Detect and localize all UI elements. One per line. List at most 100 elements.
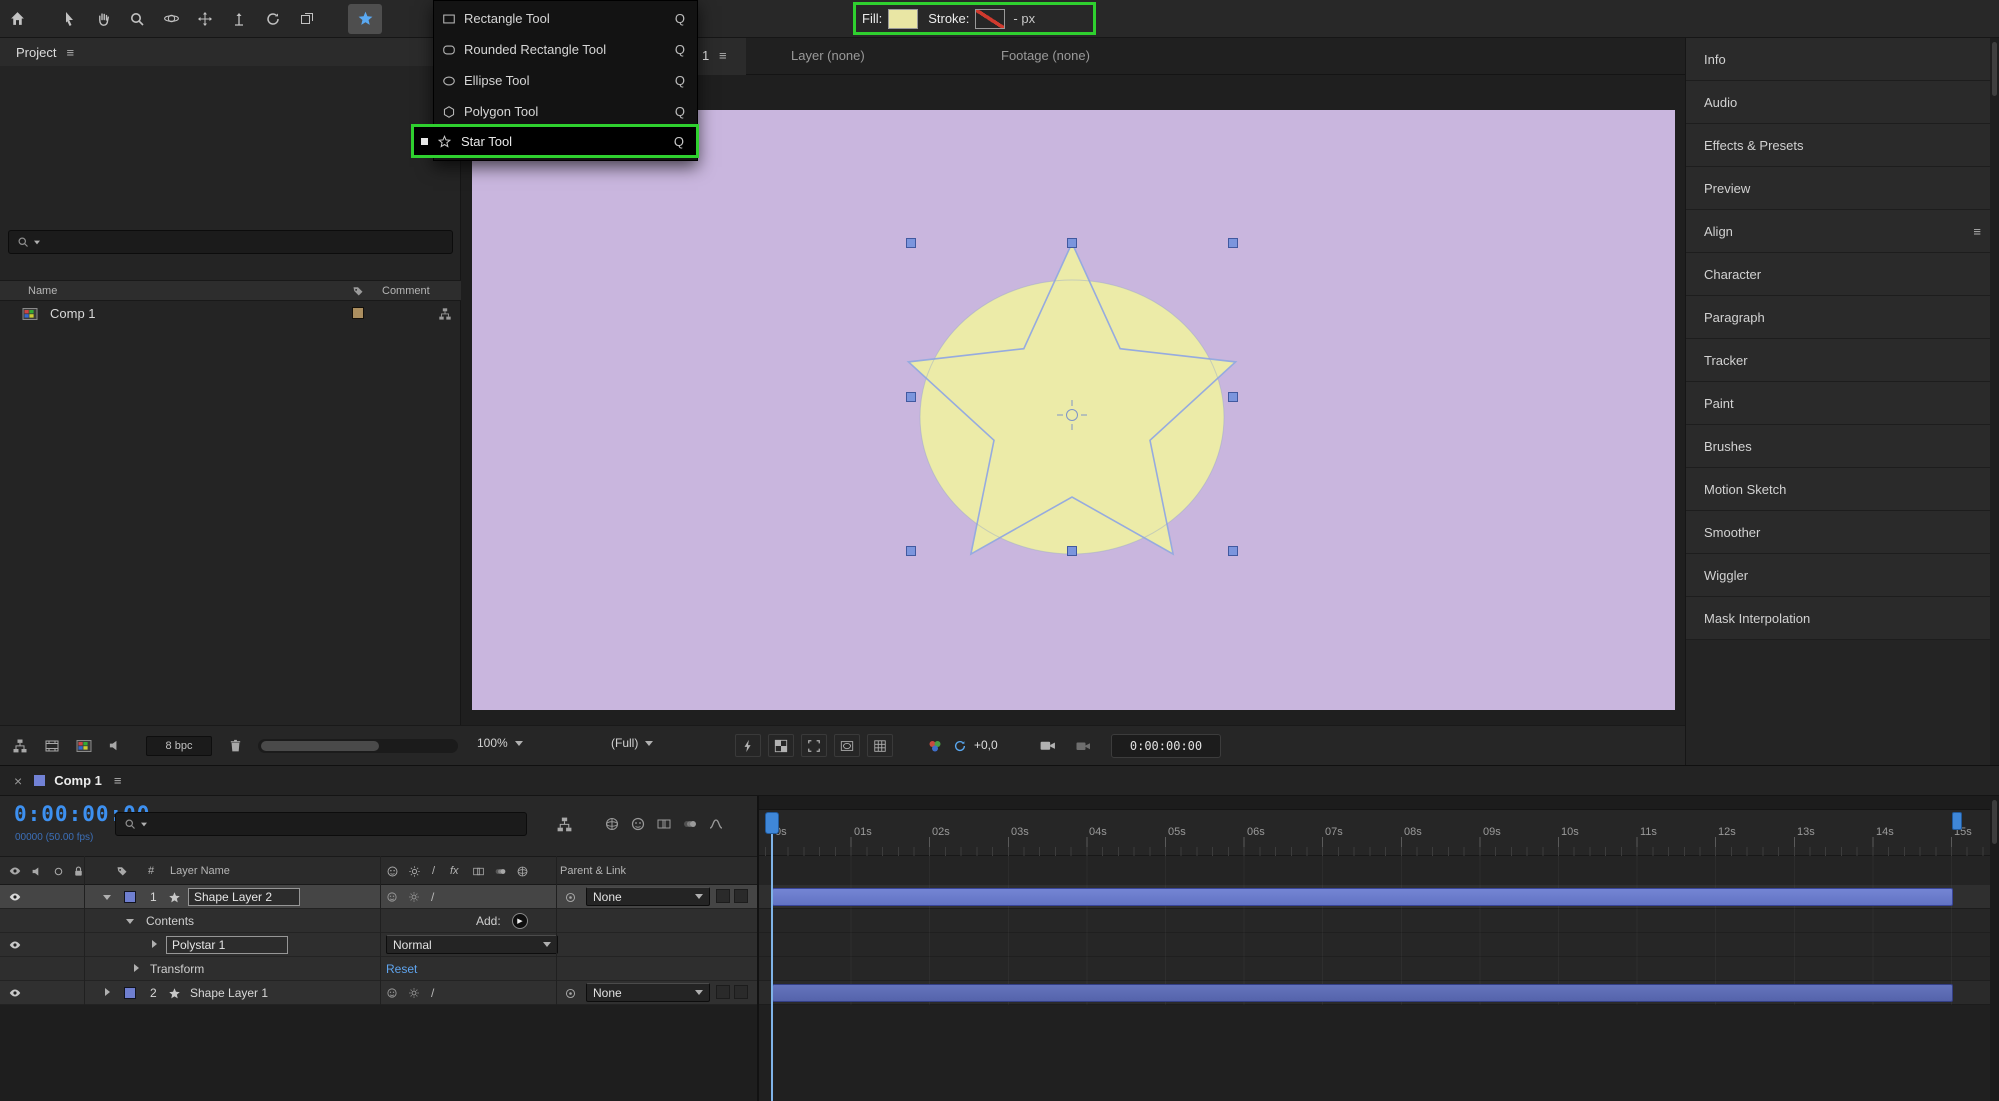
label-column-tag-icon[interactable] [352,285,364,297]
tab-layer[interactable]: Layer (none) [791,48,865,63]
panel-tab-effects-presets[interactable]: Effects & Presets [1686,124,1999,167]
item-label-swatch[interactable] [352,307,364,319]
dolly-camera-tool-icon[interactable] [222,4,256,34]
draft-3d-icon[interactable] [604,816,620,832]
timeline-scrollbar[interactable] [1990,796,1999,1101]
panel-tab-smoother[interactable]: Smoother [1686,511,1999,554]
hand-tool-icon[interactable] [86,4,120,34]
interpret-footage-icon[interactable] [12,738,28,754]
close-icon[interactable]: × [14,773,22,789]
switch-cell[interactable] [716,985,730,999]
fx-switch-icon[interactable]: fx [450,865,459,877]
tab-menu-icon[interactable]: ≡ [719,48,727,63]
tab-composition-fragment[interactable]: 1 [702,48,709,63]
column-number[interactable]: # [148,865,154,877]
shy-switch-icon[interactable] [386,891,398,903]
panel-tab-info[interactable]: Info [1686,38,1999,81]
show-snapshot-icon[interactable] [1075,738,1091,754]
layer-name-text[interactable]: Shape Layer 1 [190,986,268,1000]
audio-icon[interactable] [108,738,123,753]
motion-blur-switch-icon[interactable] [494,865,507,878]
transform-group-row[interactable]: Transform Reset [0,957,757,981]
cti-playhead-handle[interactable] [765,812,779,834]
collapse-switch-icon[interactable] [408,891,420,903]
fast-previews-icon[interactable] [735,734,761,757]
menu-item-ellipse-tool[interactable]: Ellipse Tool Q [434,65,697,96]
transparency-grid-icon[interactable] [768,734,794,757]
new-folder-film-icon[interactable] [44,738,60,754]
add-property-button[interactable]: ▶ [512,913,528,929]
panel-tab-preview[interactable]: Preview [1686,167,1999,210]
menu-item-rounded-rectangle-tool[interactable]: Rounded Rectangle Tool Q [434,34,697,65]
panel-tab-wiggler[interactable]: Wiggler [1686,554,1999,597]
color-depth-button[interactable]: 8 bpc [146,736,212,756]
shy-switch-icon[interactable] [386,865,399,878]
panel-tab-tracker[interactable]: Tracker [1686,339,1999,382]
panel-tab-audio[interactable]: Audio [1686,81,1999,124]
project-panel-header[interactable]: Project ≡ [0,38,461,66]
right-panel-scrollbar[interactable] [1990,38,1999,765]
panel-tab-align[interactable]: Align≡ [1686,210,1999,253]
panel-menu-icon[interactable]: ≡ [1973,210,1981,253]
pan-camera-tool-icon[interactable] [188,4,222,34]
frame-blend-switch-icon[interactable] [472,865,485,878]
region-of-interest-icon[interactable] [801,734,827,757]
preview-time-display[interactable]: 0:00:00:00 [1111,734,1221,758]
quality-switch-icon[interactable]: / [431,890,434,904]
zoom-tool-icon[interactable] [120,4,154,34]
group-visibility-eye-icon[interactable] [8,938,22,952]
panel-tab-brushes[interactable]: Brushes [1686,425,1999,468]
snapshot-camera-icon[interactable] [1039,737,1056,754]
panel-tab-motion-sketch[interactable]: Motion Sketch [1686,468,1999,511]
panel-tab-mask-interpolation[interactable]: Mask Interpolation [1686,597,1999,640]
panel-tab-paint[interactable]: Paint [1686,382,1999,425]
rotation-tool-icon[interactable] [256,4,290,34]
label-column-tag-icon[interactable] [116,865,128,877]
layer-bar-shape-layer-1[interactable] [772,984,1953,1002]
switch-cell[interactable] [734,985,748,999]
parent-dropdown[interactable]: None [586,983,710,1002]
graph-editor-icon[interactable] [708,816,724,832]
column-name[interactable]: Name [28,285,57,297]
mini-flowchart-icon[interactable] [556,816,573,833]
contents-label[interactable]: Contents [146,914,194,928]
audio-column-speaker-icon[interactable] [31,865,44,878]
quality-switch-icon[interactable]: / [432,865,435,877]
shy-switch-icon[interactable] [386,987,398,999]
scrollbar-thumb[interactable] [1992,800,1997,844]
stroke-width-value[interactable]: - px [1013,11,1035,26]
project-scrollbar-thumb[interactable] [261,741,379,751]
pickwhip-icon[interactable] [564,891,577,904]
layer-visibility-eye-icon[interactable] [8,890,22,904]
new-composition-icon[interactable] [76,738,92,754]
expand-caret-icon[interactable] [103,895,111,900]
column-parent-link[interactable]: Parent & Link [560,865,626,877]
contents-group-row[interactable]: Contents Add: ▶ [0,909,757,933]
panel-menu-icon[interactable]: ≡ [114,773,122,788]
star-tool-highlight[interactable]: Star Tool Q [411,124,699,158]
collapsed-caret-icon[interactable] [152,940,157,948]
quality-switch-icon[interactable]: / [431,986,434,1000]
orbit-camera-tool-icon[interactable] [154,4,188,34]
reset-exposure-icon[interactable] [953,739,967,753]
panel-tab-paragraph[interactable]: Paragraph [1686,296,1999,339]
panel-menu-icon[interactable]: ≡ [66,45,74,60]
trash-icon[interactable] [228,738,243,753]
timeline-tab-label[interactable]: Comp 1 [54,773,102,788]
magnification-dropdown[interactable]: 100% [477,736,523,750]
layer-label-chip[interactable] [124,891,136,903]
expand-caret-icon[interactable] [126,919,134,924]
collapse-switch-icon[interactable] [408,865,421,878]
collapsed-caret-icon[interactable] [105,988,110,996]
fill-color-swatch[interactable] [888,9,918,29]
project-item-name[interactable]: Comp 1 [50,306,96,321]
column-layer-name[interactable]: Layer Name [170,865,230,877]
mask-visibility-icon[interactable] [834,734,860,757]
time-navigator[interactable] [759,796,1990,810]
time-ruler[interactable]: 0s 01s 02s 03s 04s 05s 06s 07s 08s 09s 1… [759,810,1990,856]
menu-item-polygon-tool[interactable]: Polygon Tool Q [434,96,697,127]
panel-tab-character[interactable]: Character [1686,253,1999,296]
layer-row-shape-layer-1[interactable]: 2 Shape Layer 1 / None [0,981,757,1005]
item-flowchart-icon[interactable] [438,307,452,321]
project-columns-header[interactable]: Name Comment [0,280,461,301]
